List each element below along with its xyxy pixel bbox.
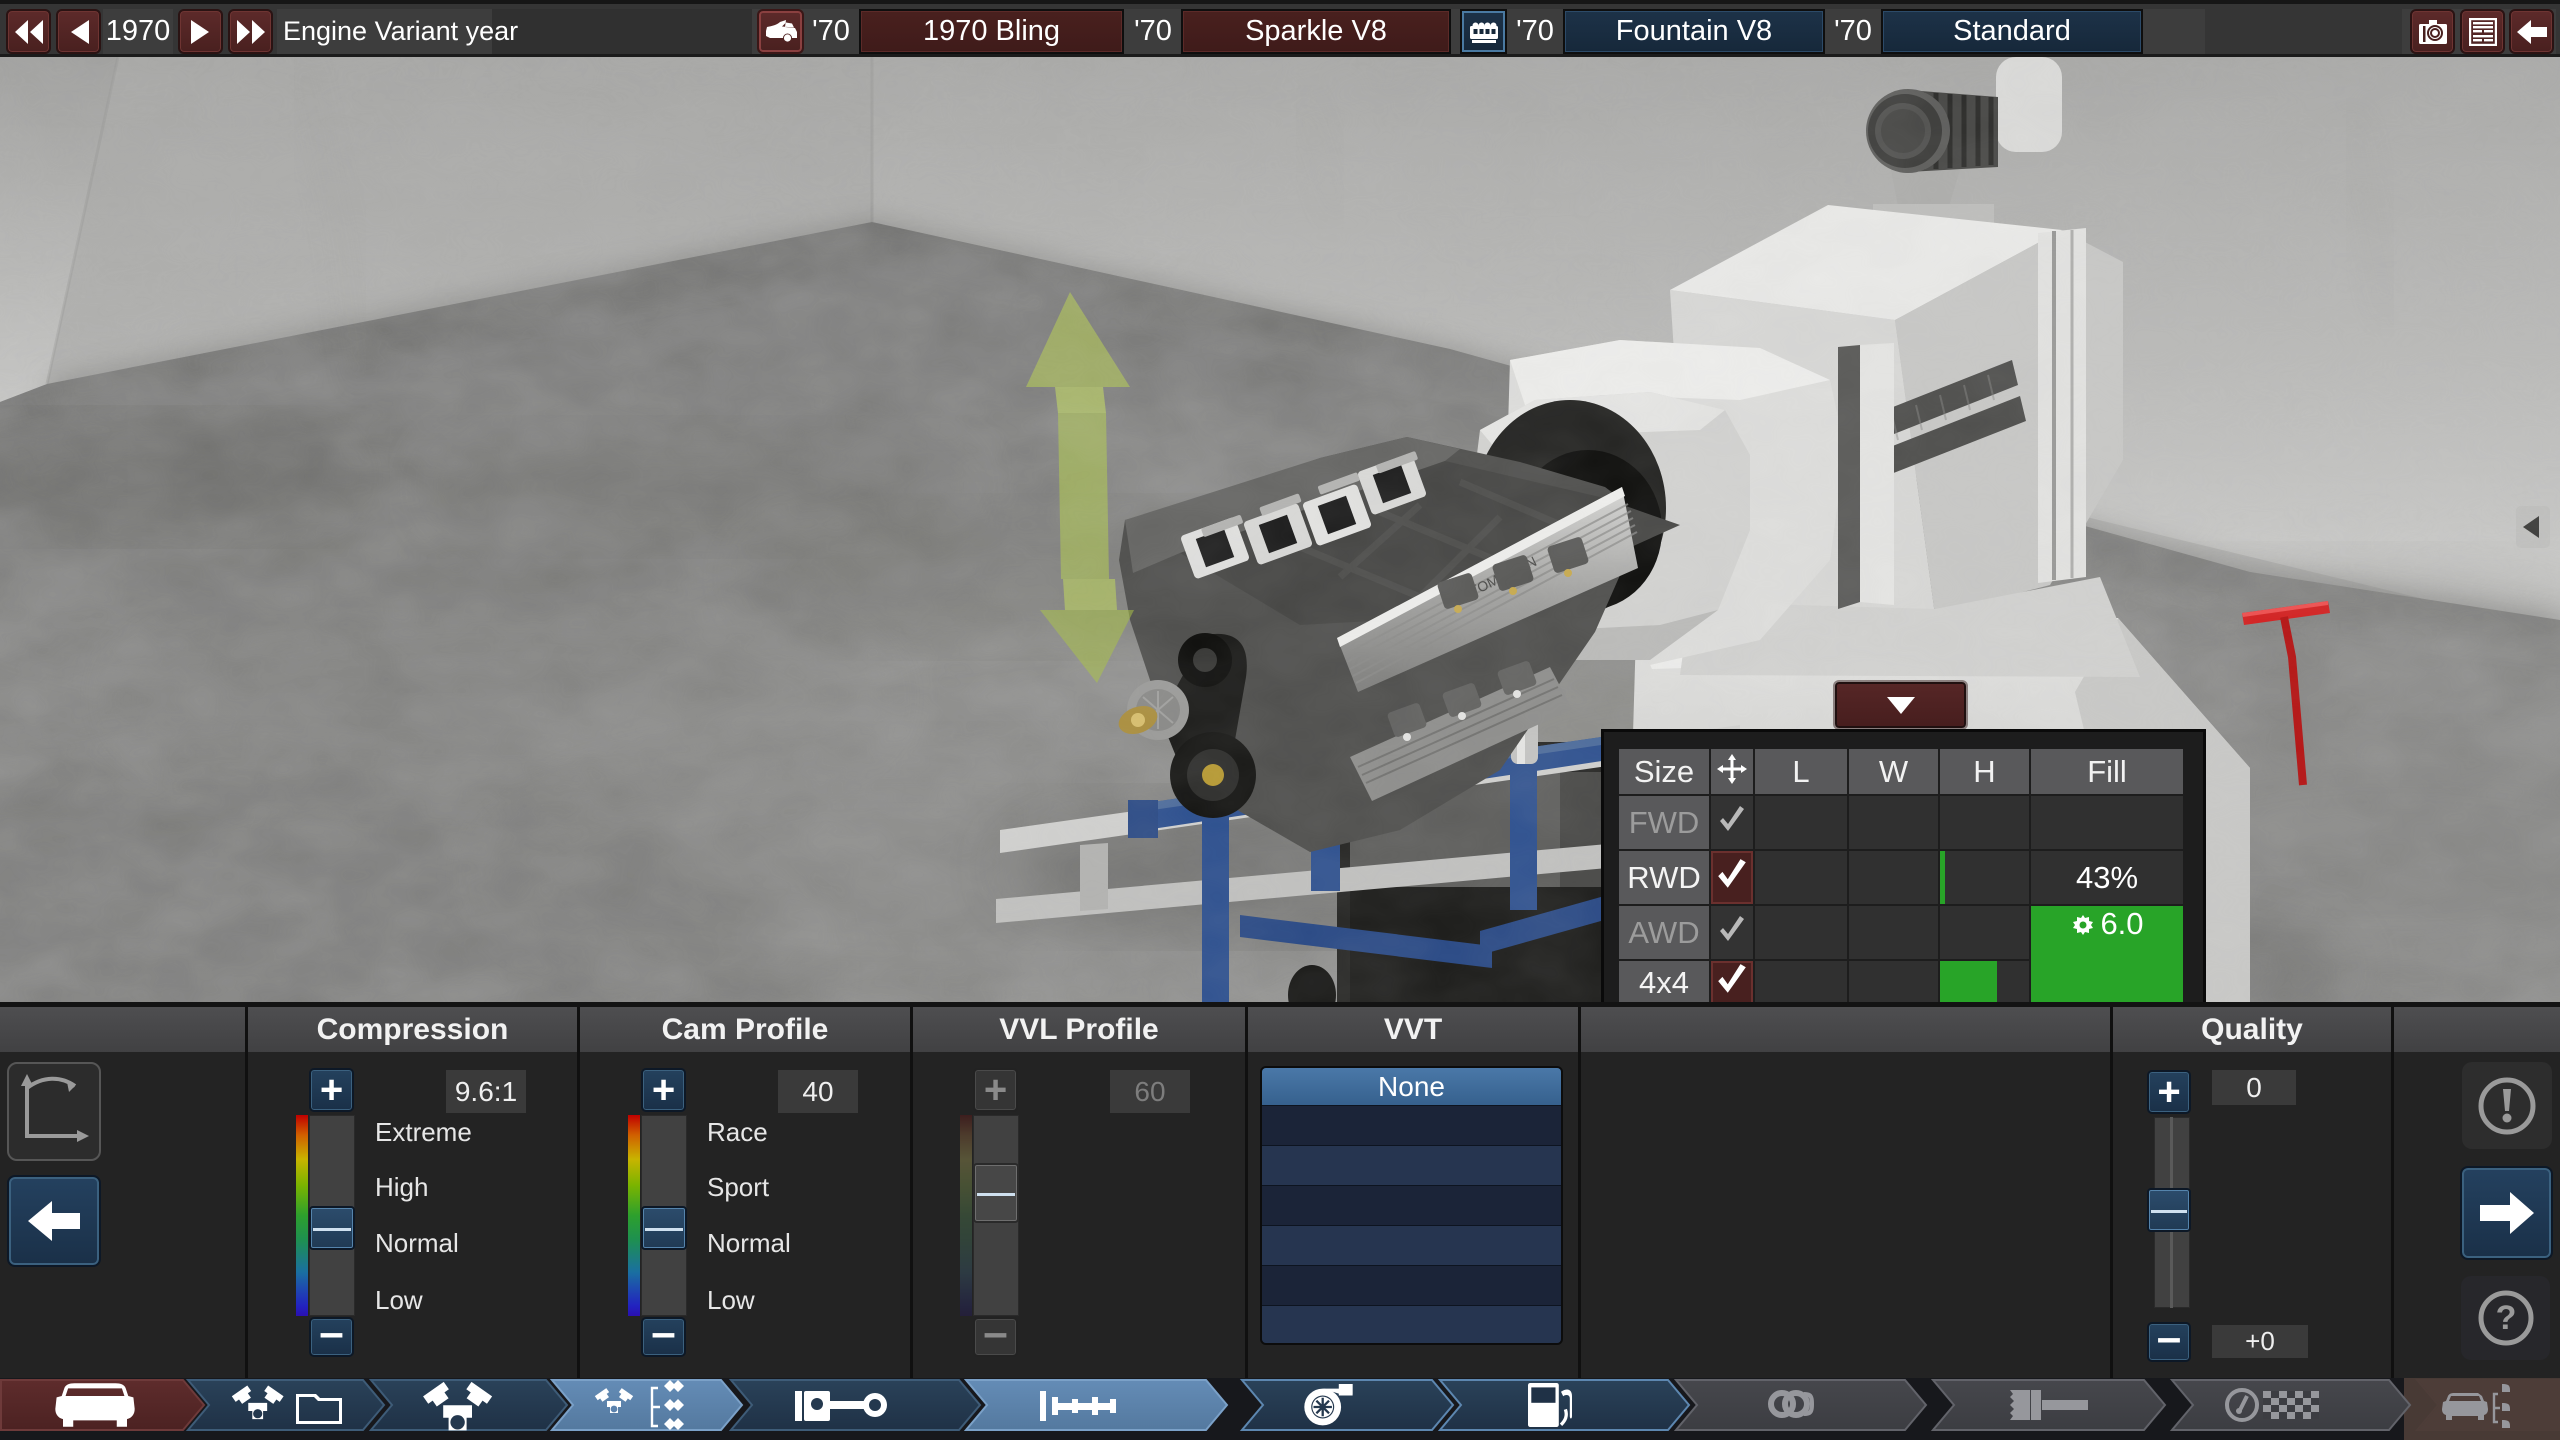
svg-text:?: ? xyxy=(2495,1299,2516,1337)
